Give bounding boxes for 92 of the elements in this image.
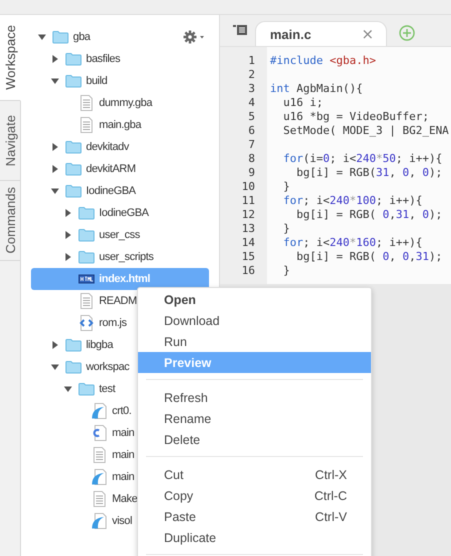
swirl-file-icon [91,469,108,485]
folder-icon [65,360,82,374]
swirl-file-icon [91,403,108,419]
code-line: SetMode( MODE_3 | BG2_ENA [282,124,449,138]
text-file-icon [78,293,95,309]
code-line: bg[i] = RGB( 0, 0,31); [295,250,442,264]
folder-icon [78,206,95,220]
expand-arrow-icon[interactable] [51,165,59,173]
c-file-icon [91,425,108,441]
expand-arrow-icon[interactable] [64,253,72,261]
code-line: #include <gba.h> [269,54,376,68]
tree-item[interactable]: crt0. [91,400,132,422]
tree-item[interactable]: devkitadv [65,136,129,158]
tree-item[interactable]: IodineGBA [78,202,149,224]
code-line: } [282,180,290,194]
code-line: int AgbMain(){ [269,82,363,96]
menu-item[interactable]: Cut Ctrl-X [138,464,371,485]
collapse-arrow-icon[interactable] [51,187,59,195]
menu-item[interactable]: Paste Ctrl-V [138,506,371,527]
swirl-file-icon [91,513,108,529]
shortcut-label: Ctrl-X [315,468,347,482]
tree-item[interactable]: READM [78,290,137,312]
expand-arrow-icon[interactable] [64,209,72,217]
tree-item[interactable]: gba [52,26,90,48]
tree-item[interactable]: basfiles [65,48,120,70]
side-tab[interactable]: Commands [0,181,21,261]
shortcut-label: Ctrl-C [314,488,347,502]
folder-icon [78,250,95,264]
side-tab[interactable]: Navigate [0,101,21,181]
text-file-icon [78,95,95,111]
folder-icon [78,228,95,242]
code-line: } [282,222,290,236]
text-file-icon [91,447,108,463]
tree-item[interactable]: test [78,378,116,400]
tree-item[interactable]: main [91,422,134,444]
menu-item[interactable]: Delete [138,429,371,450]
code-line: bg[i] = RGB( 0,31, 0); [295,208,442,222]
tree-item[interactable]: user_css [78,224,140,246]
folder-icon [65,140,82,154]
text-file-icon [91,491,108,507]
close-button[interactable]: × [361,25,374,43]
tree-item[interactable]: IodineGBA [65,180,136,202]
settings-icon[interactable] [183,30,205,44]
folder-icon [65,338,82,352]
code-line: bg[i] = RGB(31, 0, 0); [295,166,442,180]
folder-icon [52,30,69,44]
menu-item[interactable]: Copy Ctrl-C [138,485,371,506]
tree-item[interactable]: dummy.gba [78,92,152,114]
menu-item[interactable]: Run [138,331,371,352]
tab-title: main.c [270,26,312,42]
code-line: for; i<240*160; i++){ [282,236,422,250]
code-line: u16 i; [282,96,323,110]
collapse-arrow-icon[interactable] [51,77,59,85]
tree-item[interactable]: visol [91,510,132,532]
expand-arrow-icon[interactable] [51,341,59,349]
tree-item[interactable]: devkitARM [65,158,136,180]
folder-icon [65,52,82,66]
expand-arrow-icon[interactable] [51,55,59,63]
collapse-arrow-icon[interactable] [51,363,59,371]
folder-icon [78,382,95,396]
shortcut-label: Ctrl-V [315,510,347,524]
tree-item[interactable]: main [91,466,134,488]
menu-item[interactable]: Rename [138,408,371,429]
collapse-arrow-icon[interactable] [38,33,46,41]
menu-item[interactable]: Open [138,289,371,310]
menu-item[interactable]: Duplicate [138,527,371,548]
code-line: } [282,264,290,278]
list-icon[interactable] [233,24,247,36]
code-line: for; i<240*100; i++){ [282,194,422,208]
tree-item[interactable]: user_scripts [78,246,154,268]
tree-item[interactable]: rom.js [78,312,127,334]
tree-item[interactable]: workspac [65,356,130,378]
code-line: for(i=0; i<240*50; i++){ [282,152,442,166]
html-file-icon [78,272,95,286]
tree-item[interactable]: main.gba [78,114,142,136]
text-file-icon [78,117,95,133]
folder-icon [65,162,82,176]
tree-item[interactable]: libgba [65,334,113,356]
tree-item[interactable]: main [91,444,134,466]
tree-item[interactable]: Make [91,488,138,510]
code-file-icon [78,315,95,331]
folder-icon [65,74,82,88]
expand-arrow-icon[interactable] [64,231,72,239]
code-line: u16 *bg = VideoBuffer; [282,110,429,124]
tree-item[interactable]: build [65,70,108,92]
folder-icon [65,184,82,198]
menu-item[interactable]: Download [138,310,371,331]
collapse-arrow-icon[interactable] [64,385,72,393]
expand-arrow-icon[interactable] [51,143,59,151]
menu-item[interactable]: Refresh [138,387,371,408]
side-tab[interactable]: Workspace [0,15,21,101]
editor-tab[interactable]: main.c × [255,21,387,46]
